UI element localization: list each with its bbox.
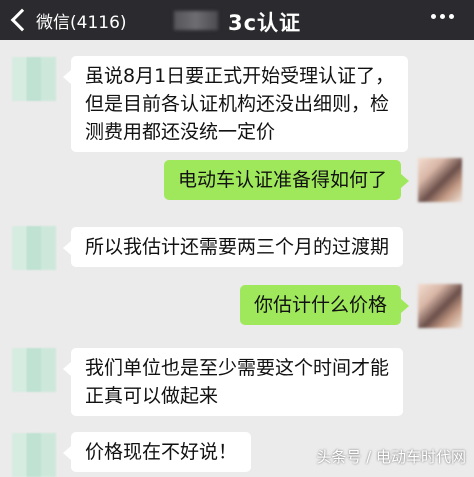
sent-message: 你估计什么价格: [239, 285, 410, 325]
message-line: 我们单位也是至少需要这个时间才能: [85, 357, 390, 379]
nav-bar: 微信(4116) 3c认证: [0, 0, 474, 40]
chat-title: 3c认证: [228, 11, 302, 35]
contact-avatar[interactable]: [12, 348, 56, 392]
message-line: 所以我估计还需要两三个月的过渡期: [85, 236, 390, 258]
blurred-region: [174, 11, 218, 30]
message-line: 正真可以做起来: [85, 385, 219, 407]
received-message: 价格现在不好说！: [62, 432, 252, 472]
contact-avatar[interactable]: [12, 57, 56, 101]
contact-avatar[interactable]: [12, 433, 56, 477]
received-message: 所以我估计还需要两三个月的过渡期: [62, 227, 404, 267]
more-options-button[interactable]: [431, 14, 454, 19]
contact-avatar[interactable]: [12, 226, 56, 270]
back-label: 微信(4116): [36, 12, 127, 33]
more-dot-icon: [431, 14, 436, 19]
watermark: 头条号 / 电动车时代网: [316, 448, 466, 466]
more-dot-icon: [440, 14, 445, 19]
message-line: 电动车认证准备得如何了: [177, 169, 387, 191]
message-line: 测费用都还没统一定价: [85, 121, 276, 143]
message-line: 你估计什么价格: [253, 294, 387, 316]
my-avatar[interactable]: [418, 158, 462, 202]
my-avatar[interactable]: [418, 284, 462, 328]
received-message: 虽说8月1日要正式开始受理认证了， 但是目前各认证机构还没出细则，检 测费用都还…: [62, 56, 409, 152]
sent-message: 电动车认证准备得如何了: [163, 160, 410, 200]
message-line: 虽说8月1日要正式开始受理认证了，: [85, 65, 395, 87]
received-message: 我们单位也是至少需要这个时间才能 正真可以做起来: [62, 348, 404, 416]
message-line: 但是目前各认证机构还没出细则，检: [85, 93, 390, 115]
back-button[interactable]: 微信(4116): [6, 6, 127, 34]
chevron-left-icon: [10, 8, 34, 32]
message-line: 价格现在不好说！: [85, 441, 238, 463]
more-dot-icon: [449, 14, 454, 19]
